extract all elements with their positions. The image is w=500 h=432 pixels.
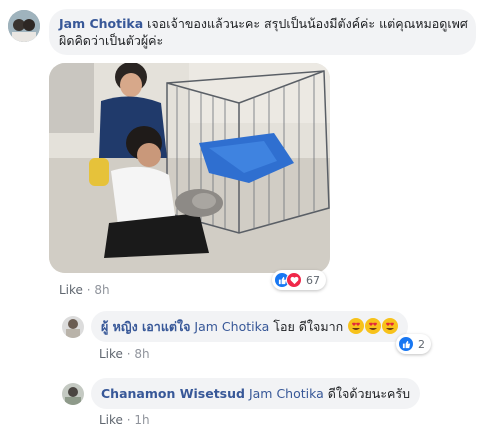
- reply-2-meta: Like · 1h: [99, 413, 150, 427]
- like-button-2[interactable]: Like: [99, 347, 123, 361]
- comment-text-1-line2: ผิดคิดว่าเป็นตัวผู้ค่ะ: [59, 33, 164, 48]
- reaction-count-1: 67: [306, 273, 320, 287]
- meta-sep-2: ·: [126, 347, 131, 361]
- comment-time-1[interactable]: 8h: [94, 283, 109, 297]
- reply-mention-1[interactable]: Jam Chotika: [194, 319, 269, 334]
- reply-mention-2[interactable]: Jam Chotika: [249, 386, 324, 401]
- avatar-reply-2[interactable]: [62, 383, 84, 405]
- meta-sep-1: ·: [86, 283, 91, 297]
- comment-time-2[interactable]: 8h: [134, 347, 149, 361]
- avatar-reply-1[interactable]: [62, 316, 84, 338]
- reply-author-2[interactable]: Chanamon Wisetsud: [101, 386, 245, 401]
- reply-1-reactions[interactable]: 2: [396, 334, 431, 354]
- reply-bubble-2: Chanamon Wisetsud Jam Chotika ดีใจด้วยนะ…: [91, 378, 421, 409]
- heart-eyes-emoji-icon: [382, 318, 399, 334]
- heart-eyes-emoji-icon: [348, 318, 365, 334]
- heart-eyes-emoji-icon: [365, 318, 382, 334]
- comment-time-3[interactable]: 1h: [134, 413, 149, 427]
- comment-1-meta: Like · 8h: [59, 283, 110, 297]
- comment-text-1-line1: เจอเจ้าของแล้วนะคะ สรุปเป็นน้องมีตังค์ค่…: [147, 16, 468, 31]
- comment-author-1[interactable]: Jam Chotika: [59, 16, 143, 31]
- comment-1-reactions[interactable]: 67: [272, 270, 326, 290]
- reply-text-1: โอย ดีใจมาก: [273, 319, 344, 334]
- comment-photo[interactable]: [49, 63, 330, 273]
- reaction-count-2: 2: [418, 337, 425, 351]
- comment-bubble-1: Jam Chotika เจอเจ้าของแล้วนะคะ สรุปเป็นน…: [49, 9, 476, 55]
- photo-image: [49, 63, 330, 273]
- avatar-jam-chotika[interactable]: [8, 10, 40, 42]
- heart-react-icon: [286, 272, 302, 288]
- reply-bubble-1: ผู้ หญิง เอาแต่ใจ Jam Chotika โอย ดีใจมา…: [91, 311, 409, 342]
- reply-1-meta: Like · 8h: [99, 347, 150, 361]
- like-button-1[interactable]: Like: [59, 283, 83, 297]
- reply-text-2: ดีใจด้วยนะครับ: [327, 386, 411, 401]
- reply-author-1[interactable]: ผู้ หญิง เอาแต่ใจ: [101, 319, 190, 334]
- like-button-3[interactable]: Like: [99, 413, 123, 427]
- thumbs-up-icon: [398, 336, 414, 352]
- meta-sep-3: ·: [126, 413, 131, 427]
